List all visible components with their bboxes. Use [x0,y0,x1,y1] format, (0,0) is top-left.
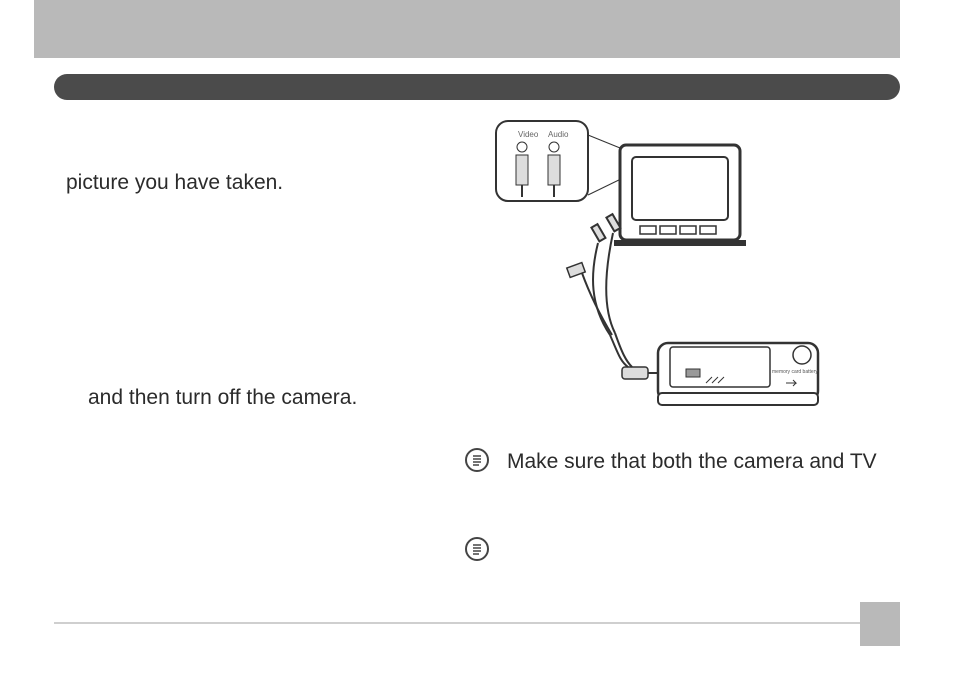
section-title-bar [54,74,900,100]
instruction-line-2: and then turn off the camera. [88,383,357,412]
diagram-column: Video Audio [470,115,900,595]
page-number-box [860,602,900,646]
note-text-1: Make sure that both the camera and TV [507,448,877,476]
note-icon [465,537,489,561]
note-row-1: Make sure that both the camera and TV [465,448,877,476]
note-row-2 [465,537,507,561]
camera-icon: memory card battery [658,343,818,405]
connection-diagram: Video Audio [490,115,830,435]
header-gray-bar-leftstub [34,0,54,58]
header-gray-bar [54,0,900,58]
connector-label-video: Video [518,130,539,139]
camera-compartment-label: memory card battery [772,369,818,375]
tv-icon [614,145,746,246]
connector-zoom-bubble: Video Audio [496,121,625,201]
instruction-line-1: picture you have taken. [66,168,283,197]
note-icon [465,448,489,472]
manual-page: picture you have taken. and then turn of… [0,0,954,694]
connector-label-audio: Audio [548,130,569,139]
footer-rule [54,622,900,624]
